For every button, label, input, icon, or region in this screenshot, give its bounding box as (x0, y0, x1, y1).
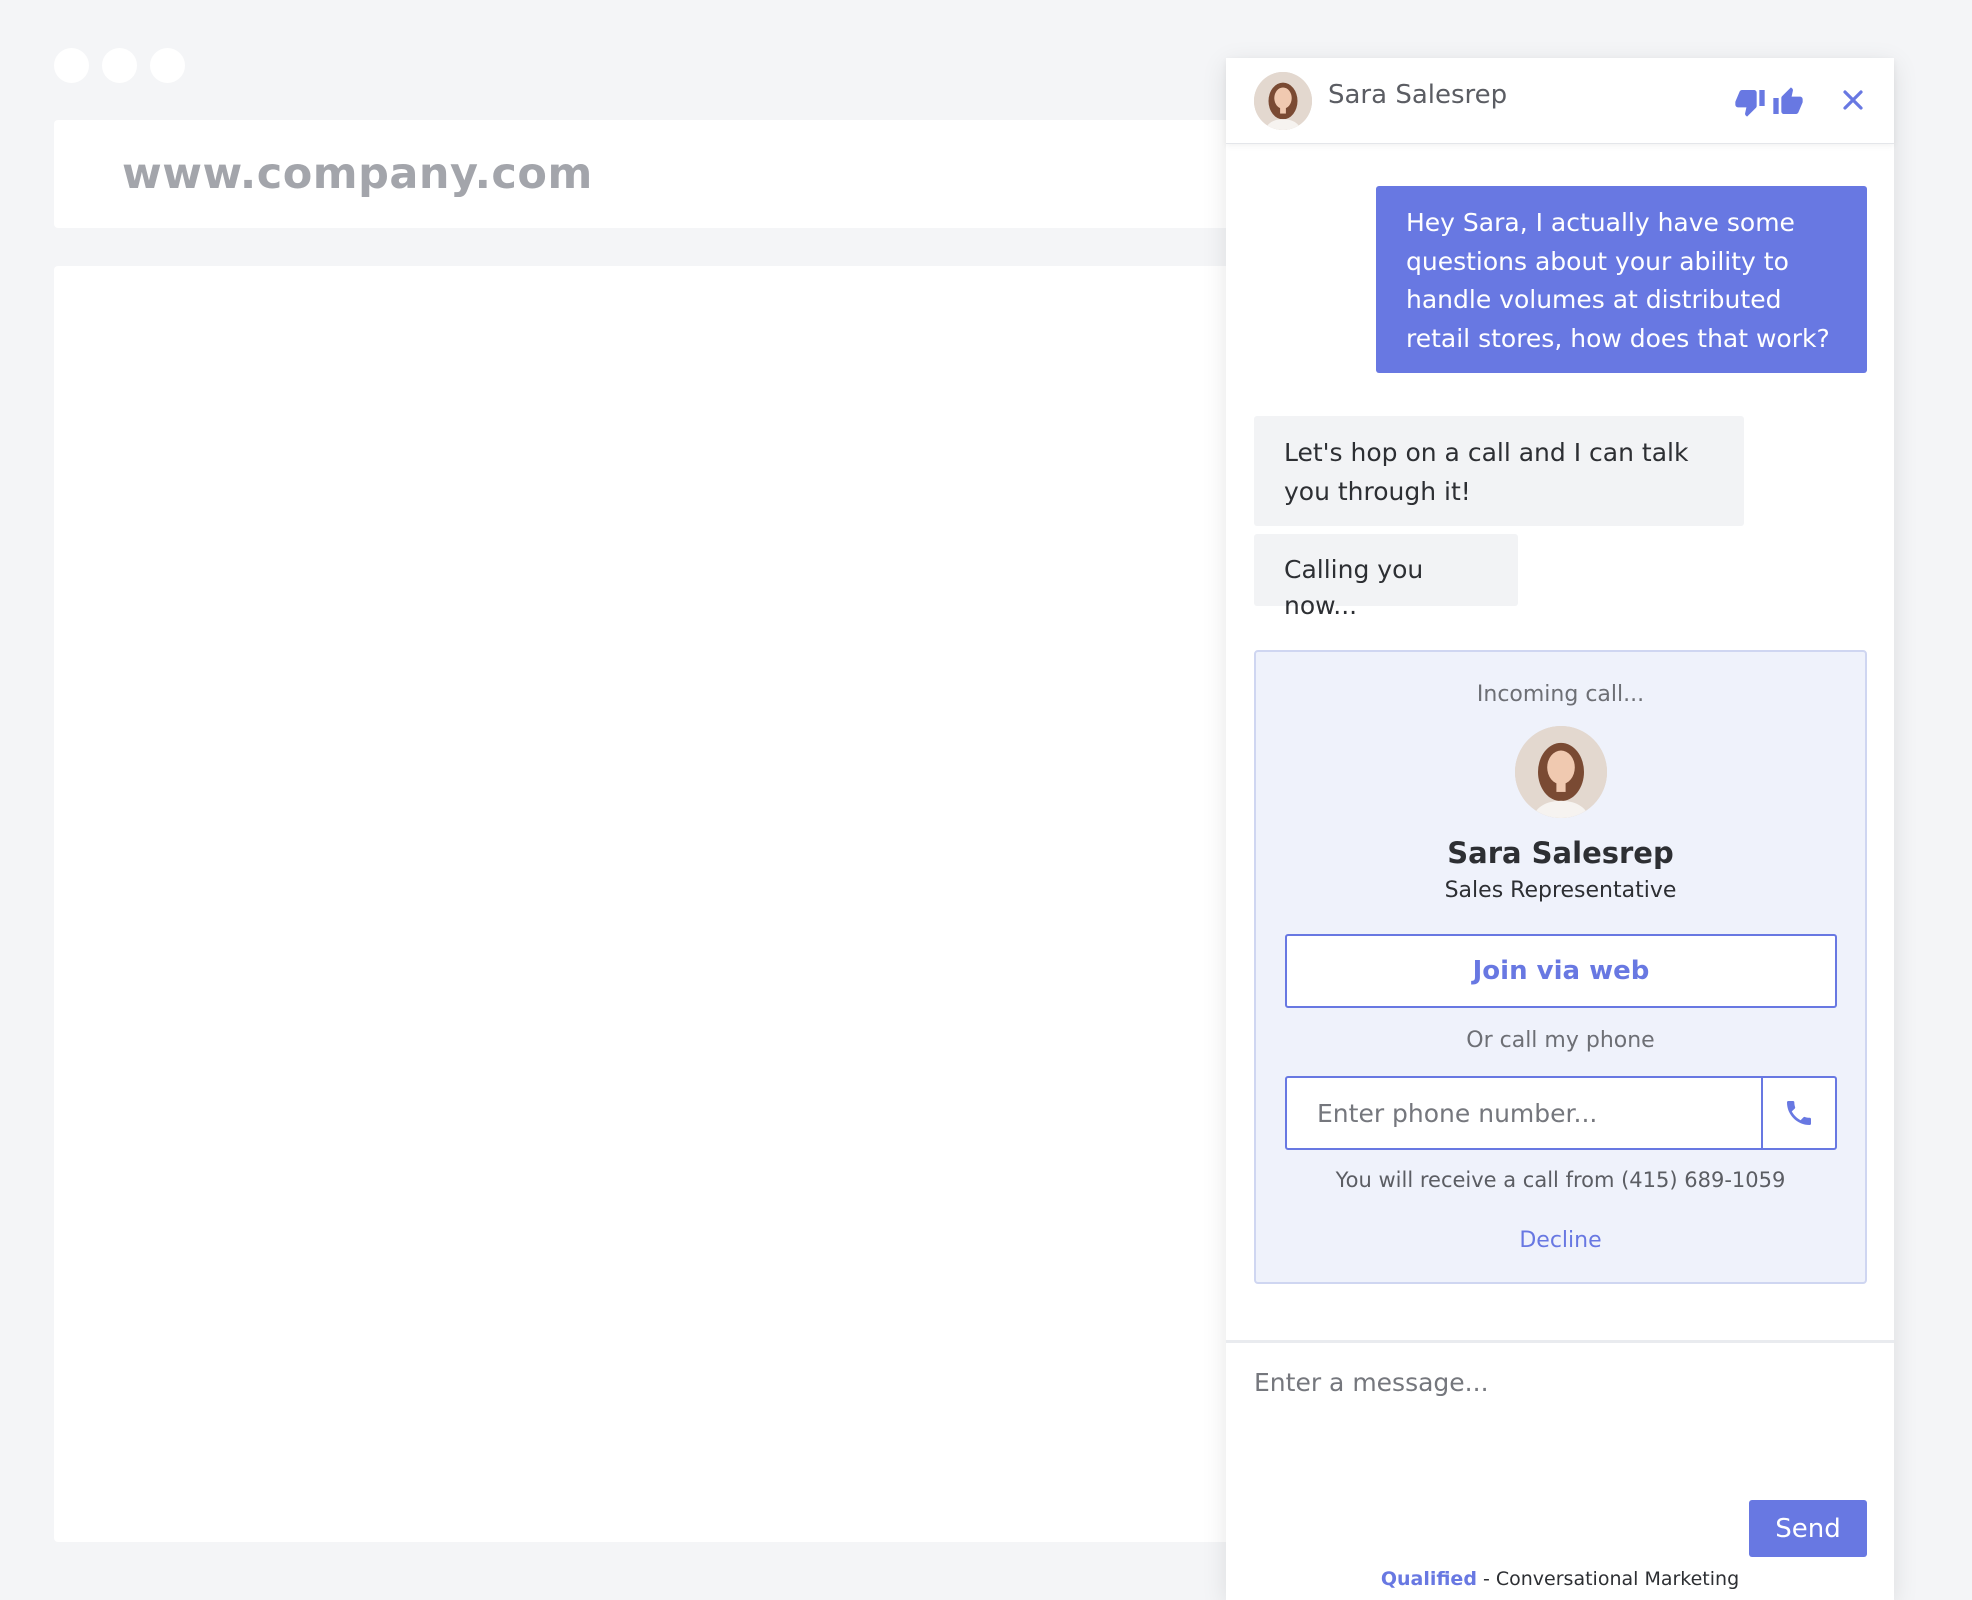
caller-avatar (1515, 726, 1607, 818)
thumb-down-icon[interactable] (1734, 86, 1766, 118)
or-call-label: Or call my phone (1466, 1028, 1655, 1053)
visitor-message: Hey Sara, I actually have some questions… (1376, 186, 1867, 373)
rating-controls (1734, 86, 1804, 118)
agent-message: Let's hop on a call and I can talk you t… (1254, 416, 1744, 526)
phone-icon (1787, 1101, 1811, 1125)
phone-number-input[interactable] (1287, 1078, 1761, 1148)
agent-avatar (1254, 72, 1312, 130)
chat-header: Sara Salesrep (1226, 58, 1894, 144)
join-via-web-button[interactable]: Join via web (1285, 934, 1837, 1008)
window-dot[interactable] (102, 48, 137, 83)
window-dot[interactable] (54, 48, 89, 83)
agent-message: Calling you now... (1254, 534, 1518, 620)
chat-widget: Sara Salesrep Hey Sara, I actually have … (1226, 58, 1894, 1600)
caller-role: Sales Representative (1444, 878, 1677, 903)
address-bar[interactable]: www.company.com (54, 120, 1304, 228)
compose-divider (1226, 1340, 1894, 1343)
page-content-area (54, 266, 1304, 1542)
decline-link[interactable]: Decline (1256, 1228, 1865, 1253)
message-input[interactable] (1254, 1368, 1864, 1468)
incoming-call-card: Incoming call... Sara Salesrep Sales Rep… (1254, 650, 1867, 1284)
agent-name: Sara Salesrep (1328, 80, 1508, 110)
brand-link[interactable]: Qualified (1381, 1568, 1477, 1590)
caller-name: Sara Salesrep (1447, 836, 1674, 870)
call-phone-button[interactable] (1761, 1078, 1835, 1148)
callback-number-note: You will receive a call from (415) 689-1… (1335, 1168, 1786, 1192)
phone-number-row (1285, 1076, 1837, 1150)
window-dot[interactable] (150, 48, 185, 83)
address-url: www.company.com (122, 149, 593, 199)
call-status: Incoming call... (1476, 682, 1645, 707)
widget-footer: Qualified - Conversational Marketing (1226, 1568, 1894, 1590)
close-icon[interactable] (1841, 88, 1865, 112)
footer-tagline: - Conversational Marketing (1476, 1568, 1740, 1590)
window-controls (54, 48, 185, 83)
send-button[interactable]: Send (1749, 1500, 1867, 1557)
thumb-up-icon[interactable] (1772, 86, 1804, 118)
